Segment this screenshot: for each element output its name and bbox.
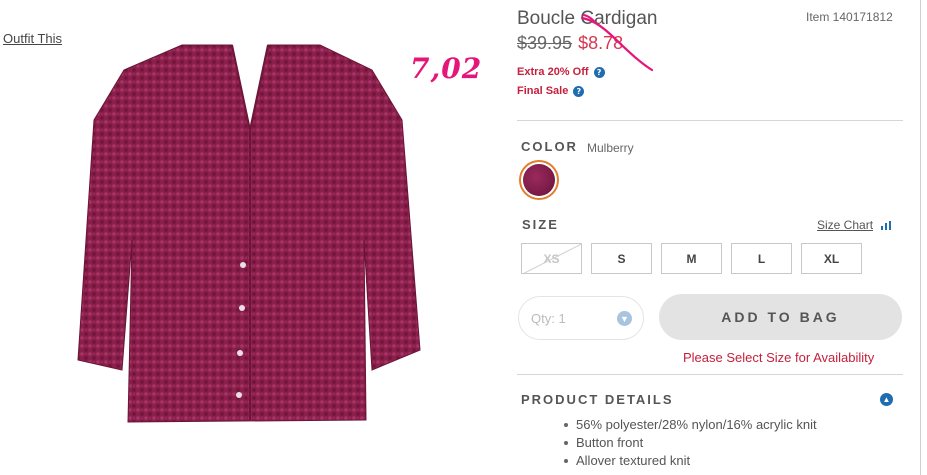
extra-discount-promo: Extra 20% Off ? [517,66,605,78]
final-sale-promo: Final Sale ? [517,85,585,97]
color-heading: COLOR [521,139,578,154]
size-warning-message: Please Select Size for Availability [683,350,875,365]
size-option-label: S [617,251,626,266]
size-option-label: XL [823,251,840,266]
chevron-down-icon: ▼ [617,311,632,326]
price-annotation-scribble [580,14,654,72]
outfit-this-link[interactable]: Outfit This [3,31,62,46]
selected-color-name: Mulberry [587,141,634,155]
extra-discount-label: Extra 20% Off [517,66,589,78]
size-option-xs[interactable]: XS [521,243,582,274]
size-heading: SIZE [522,217,559,232]
swatch-fill [523,164,555,196]
size-option-label: M [686,251,697,266]
product-details-heading[interactable]: PRODUCT DETAILS [521,392,674,407]
size-chart-link[interactable]: Size Chart [817,218,892,232]
unavailable-slash [522,244,581,273]
size-option-m[interactable]: M [661,243,722,274]
panel-divider [920,0,921,475]
item-number: Item 140171812 [806,10,893,24]
cardigan-product-image [77,44,421,423]
info-icon[interactable]: ? [573,85,585,97]
info-icon[interactable]: ? [593,66,605,78]
product-details-list: 56% polyester/28% nylon/16% acrylic knit… [564,416,817,470]
list-item: Button front [564,434,817,452]
quantity-value: Qty: 1 [531,310,566,326]
color-swatch-mulberry[interactable] [519,160,559,200]
quantity-select[interactable]: Qty: 1 ▼ [518,296,644,340]
list-item: 56% polyester/28% nylon/16% acrylic knit [564,417,817,432]
chevron-up-icon[interactable]: ▲ [880,393,893,406]
section-divider [517,120,903,121]
size-option-xl[interactable]: XL [801,243,862,274]
original-price: $39.95 [517,33,573,53]
handwritten-price-annotation: 7,02 [410,52,483,85]
bar-chart-icon [881,220,892,230]
size-option-label: L [757,251,766,266]
section-divider [517,374,903,375]
add-to-bag-button[interactable]: ADD TO BAG [659,294,902,340]
size-option-l[interactable]: L [731,243,792,274]
size-chart-label: Size Chart [817,218,874,232]
list-item: Allover textured knit [564,452,817,470]
size-option-s[interactable]: S [591,243,652,274]
final-sale-label: Final Sale [517,85,569,97]
